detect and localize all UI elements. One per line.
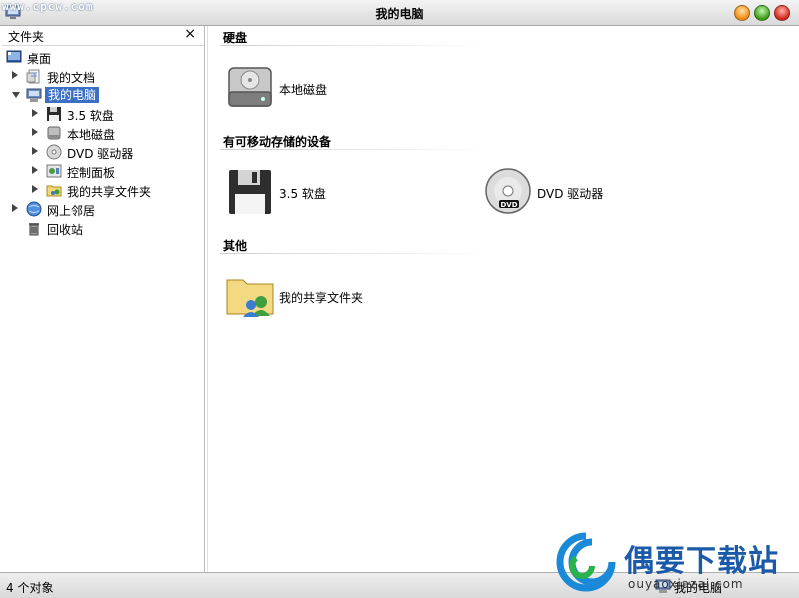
expand-arrow-icon[interactable] — [32, 128, 38, 136]
dvd-icon — [46, 144, 62, 160]
tree-item-label: 我的共享文件夹 — [67, 185, 152, 199]
section-title-removable: 有可移动存储的设备 — [223, 135, 332, 149]
item-dvd[interactable]: DVD DVD 驱动器 — [483, 166, 653, 222]
folder-pane-header: 文件夹 × — [2, 26, 204, 46]
expand-arrow-icon[interactable] — [12, 71, 18, 79]
object-count: 4 个对象 — [6, 581, 54, 595]
item-shared-folder[interactable]: 我的共享文件夹 — [225, 270, 405, 326]
close-button[interactable] — [774, 5, 790, 21]
section-title-other: 其他 — [223, 239, 248, 253]
floppy-icon — [229, 170, 271, 214]
tree-item-label: 网上邻居 — [47, 204, 96, 218]
computer-icon — [26, 88, 42, 102]
content-pane: 硬盘 本地磁盘 有可移动存储的设备 3.5 软盘 DVD DVD 驱动器 其他 … — [207, 26, 799, 572]
tree-item-label: 回收站 — [47, 223, 84, 237]
tree-item-my-documents[interactable]: 我的文档 — [2, 67, 204, 86]
site-name: 偶要下载站 — [624, 544, 779, 579]
tree-item-network[interactable]: 网上邻居 — [2, 200, 204, 219]
tree-item-dvd[interactable]: DVD 驱动器 — [2, 143, 204, 162]
site-logo: 偶要下载站 ouyaoxiazai.com — [556, 532, 799, 598]
desktop-icon — [6, 50, 22, 63]
site-domain: ouyaoxiazai.com — [628, 577, 744, 591]
control-panel-icon — [46, 164, 62, 178]
tree-item-trash[interactable]: 回收站 — [2, 219, 204, 238]
tree-item-desktop[interactable]: 桌面 — [2, 48, 204, 67]
logo-swirl-icon — [556, 532, 616, 592]
documents-icon — [26, 69, 40, 84]
network-icon — [26, 201, 42, 217]
collapse-arrow-icon[interactable] — [12, 92, 20, 98]
expand-arrow-icon[interactable] — [32, 185, 38, 193]
expand-arrow-icon[interactable] — [32, 109, 38, 117]
section-title-hard-disks: 硬盘 — [223, 31, 248, 45]
expand-arrow-icon[interactable] — [32, 166, 38, 174]
tree-item-label: 本地磁盘 — [67, 128, 116, 142]
hard-disk-icon — [47, 126, 61, 140]
shared-folder-icon — [46, 185, 62, 197]
item-label: 我的共享文件夹 — [279, 291, 364, 305]
section-divider — [220, 149, 490, 150]
tree-item-shared-folder[interactable]: 我的共享文件夹 — [2, 181, 204, 200]
expand-arrow-icon[interactable] — [12, 204, 18, 212]
shared-folder-icon — [226, 279, 274, 317]
folder-pane-title: 文件夹 — [8, 30, 45, 44]
minimize-button[interactable] — [734, 5, 750, 21]
tree-item-control-panel[interactable]: 控制面板 — [2, 162, 204, 181]
close-pane-icon[interactable]: × — [184, 26, 196, 42]
expand-arrow-icon[interactable] — [32, 147, 38, 155]
folder-tree: 桌面 我的文档 我的电脑 3.5 软盘 本地磁盘 DVD 驱动器 控制面板 我的… — [2, 48, 204, 238]
item-floppy[interactable]: 3.5 软盘 — [225, 166, 375, 222]
item-label: DVD 驱动器 — [537, 187, 604, 201]
trash-icon — [29, 223, 39, 236]
hard-disk-icon — [228, 67, 272, 107]
folder-pane: 文件夹 × 桌面 我的文档 我的电脑 3.5 软盘 本地磁盘 DVD 驱动器 控… — [2, 26, 205, 572]
tree-item-label: 我的文档 — [47, 71, 96, 85]
section-divider — [220, 253, 490, 254]
tree-item-label: 控制面板 — [67, 166, 116, 180]
dvd-icon: DVD — [485, 168, 531, 214]
tree-item-local-disk[interactable]: 本地磁盘 — [2, 124, 204, 143]
svg-text:DVD: DVD — [500, 201, 517, 209]
tree-item-label: 我的电脑 — [45, 87, 100, 103]
tree-item-floppy[interactable]: 3.5 软盘 — [2, 105, 204, 124]
item-label: 3.5 软盘 — [279, 187, 326, 201]
tree-item-label: 桌面 — [27, 52, 52, 66]
item-label: 本地磁盘 — [279, 83, 328, 97]
tree-item-my-computer[interactable]: 我的电脑 — [2, 86, 204, 105]
title-bar: www.cpcw.com 我的电脑 — [0, 0, 799, 26]
section-divider — [220, 45, 490, 46]
tree-item-label: 3.5 软盘 — [67, 109, 114, 123]
maximize-button[interactable] — [754, 5, 770, 21]
item-local-disk[interactable]: 本地磁盘 — [225, 62, 375, 118]
floppy-icon — [47, 107, 61, 121]
tree-item-label: DVD 驱动器 — [67, 147, 134, 161]
window-title: 我的电脑 — [375, 7, 424, 21]
